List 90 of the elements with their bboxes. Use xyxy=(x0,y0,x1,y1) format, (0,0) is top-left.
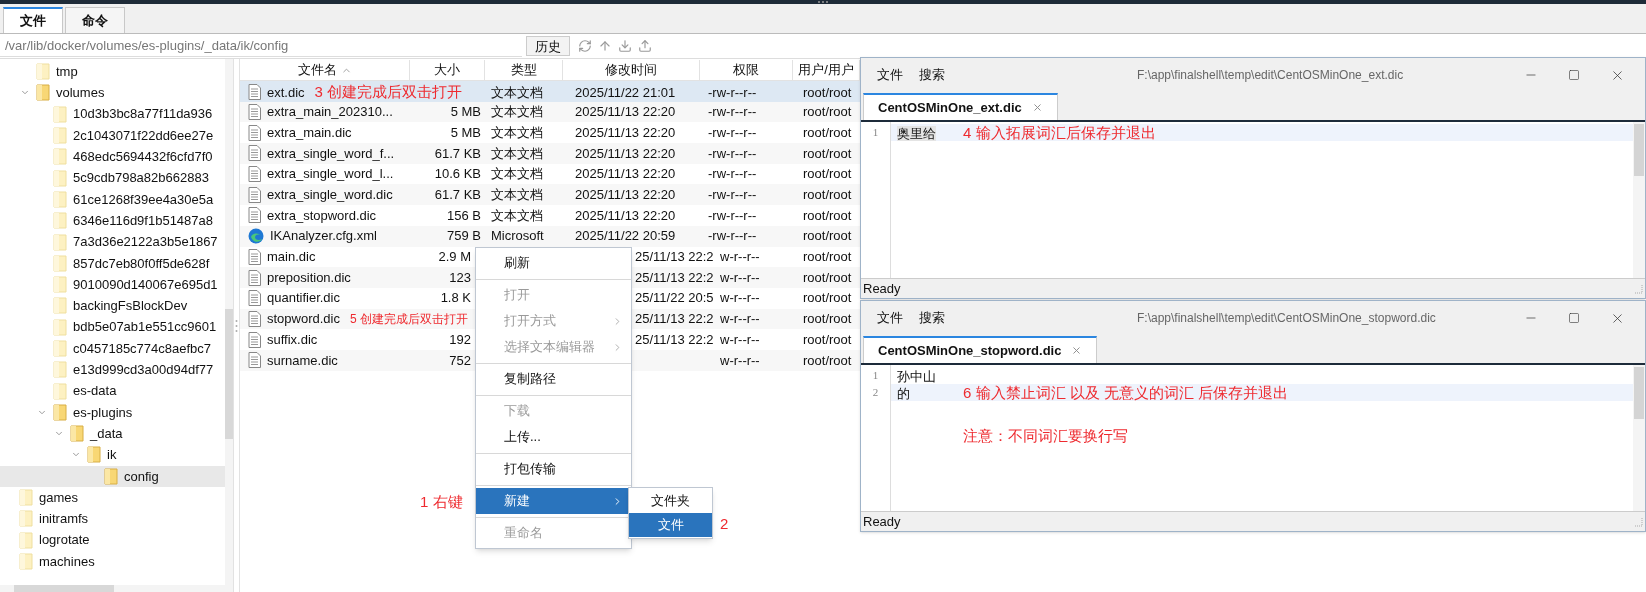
permissions: -rw-r--r-- xyxy=(708,228,757,244)
file-size: 10.6 KB xyxy=(434,166,481,182)
annotation: 1 右键 xyxy=(420,492,463,512)
annotation: 注意：不同词汇要换行写 xyxy=(963,425,1129,446)
owner: root/root xyxy=(803,84,852,100)
file-name: stopword.dic xyxy=(267,310,340,329)
owner: root/root xyxy=(803,290,852,306)
permissions: w-r--r-- xyxy=(720,331,760,347)
line-number: 2 xyxy=(871,385,880,400)
modified-time: 2025/11/13 22:20 xyxy=(575,104,676,120)
line-number: 1 xyxy=(871,125,880,140)
file-size: 61.7 KB xyxy=(434,145,481,161)
file-size: 5 MB xyxy=(450,104,481,120)
file-name: surname.dic xyxy=(267,351,338,370)
annotation: 5 创建完成后双击打开 xyxy=(350,310,468,328)
owner: root/root xyxy=(803,145,852,161)
permissions: w-r--r-- xyxy=(720,311,760,327)
permissions: -rw-r--r-- xyxy=(708,145,757,161)
file-name: ext.dic xyxy=(267,83,305,102)
file-type: 文本文档 xyxy=(491,166,543,182)
owner: root/root xyxy=(803,207,852,223)
modified-time: 2025/11/13 22:20 xyxy=(575,187,676,203)
file-name: extra_main_202310... xyxy=(267,103,393,122)
window-title: F:\app\finalshell\temp\edit\CentOSMinOne_ext.dic xyxy=(1137,67,1405,84)
file-type: 文本文档 xyxy=(491,104,543,120)
modified-time: 2025/11/13 22:20 xyxy=(575,166,676,182)
permissions: w-r--r-- xyxy=(720,290,760,306)
file-name: extra_single_word_f... xyxy=(267,144,395,163)
file-name: suffix.dic xyxy=(267,330,318,349)
owner: root/root xyxy=(803,228,852,244)
permissions: w-r--r-- xyxy=(720,249,760,265)
owner: root/root xyxy=(803,331,852,347)
modified-time: 2025/11/13 22:20 xyxy=(575,124,676,140)
file-name: main.dic xyxy=(267,248,316,267)
status-text: Ready xyxy=(863,512,901,531)
file-name: extra_single_word.dic xyxy=(267,186,393,205)
modified-time: 25/11/13 22:2 xyxy=(635,311,714,327)
modified-time: 25/11/13 22:2 xyxy=(635,331,714,347)
annotation: 4 输入拓展词汇后保存并退出 xyxy=(963,123,1156,143)
file-type: 文本文档 xyxy=(491,145,543,161)
file-size: 123 xyxy=(449,269,471,285)
code-line: 孙中山 xyxy=(896,368,937,384)
file-name: preposition.dic xyxy=(267,268,351,287)
owner: root/root xyxy=(803,124,852,140)
owner: root/root xyxy=(803,352,852,368)
file-type: 文本文档 xyxy=(491,187,543,203)
file-type: 文本文档 xyxy=(491,84,543,100)
file-name: IKAnalyzer.cfg.xml xyxy=(270,227,377,246)
annotation: 6 输入禁止词汇 以及 无意义的词汇 后保存并退出 xyxy=(963,383,1288,403)
modified-time: 25/11/13 22:2 xyxy=(635,269,714,285)
annotation: 2 xyxy=(720,514,729,534)
status-text: Ready xyxy=(863,279,901,298)
line-number: 1 xyxy=(871,368,880,383)
modified-time: 2025/11/22 20:59 xyxy=(575,228,676,244)
file-size: 61.7 KB xyxy=(434,187,481,203)
file-name: quantifier.dic xyxy=(267,289,340,308)
file-type: Microsoft xyxy=(491,228,544,244)
owner: root/root xyxy=(803,249,852,265)
window-title: F:\app\finalshell\temp\edit\CentOSMinOne_stopword.dic xyxy=(1137,310,1437,327)
owner: root/root xyxy=(803,187,852,203)
modified-time: 2025/11/13 22:20 xyxy=(575,145,676,161)
modified-time: 2025/11/13 22:20 xyxy=(575,207,676,223)
file-type: 文本文档 xyxy=(491,124,543,140)
permissions: w-r--r-- xyxy=(720,352,760,368)
file-size: 752 xyxy=(449,352,471,368)
file-type: 文本文档 xyxy=(491,207,543,223)
permissions: -rw-r--r-- xyxy=(708,124,757,140)
file-size: 5 MB xyxy=(450,124,481,140)
permissions: w-r--r-- xyxy=(720,269,760,285)
file-name: extra_stopword.dic xyxy=(267,206,377,225)
modified-time: 2025/11/22 21:01 xyxy=(575,84,676,100)
annotation: 3 创建完成后双击打开 xyxy=(314,82,463,102)
owner: root/root xyxy=(803,166,852,182)
file-name: extra_main.dic xyxy=(267,123,352,142)
file-size: 156 B xyxy=(447,207,481,223)
owner: root/root xyxy=(803,269,852,285)
owner: root/root xyxy=(803,311,852,327)
file-name: extra_single_word_l... xyxy=(267,165,394,184)
owner: root/root xyxy=(803,104,852,120)
file-size: 192 xyxy=(449,331,471,347)
permissions: -rw-r--r-- xyxy=(708,104,757,120)
file-size: 759 B xyxy=(447,228,481,244)
permissions: -rw-r--r-- xyxy=(708,166,757,182)
modified-time: 25/11/13 22:2 xyxy=(635,249,714,265)
file-size: 2.9 M xyxy=(438,249,471,265)
modified-time: 25/11/22 20:5 xyxy=(635,290,714,306)
permissions: -rw-r--r-- xyxy=(708,207,757,223)
permissions: -rw-r--r-- xyxy=(708,187,757,203)
permissions: -rw-r--r-- xyxy=(708,84,757,100)
file-size: 1.8 K xyxy=(440,290,471,306)
